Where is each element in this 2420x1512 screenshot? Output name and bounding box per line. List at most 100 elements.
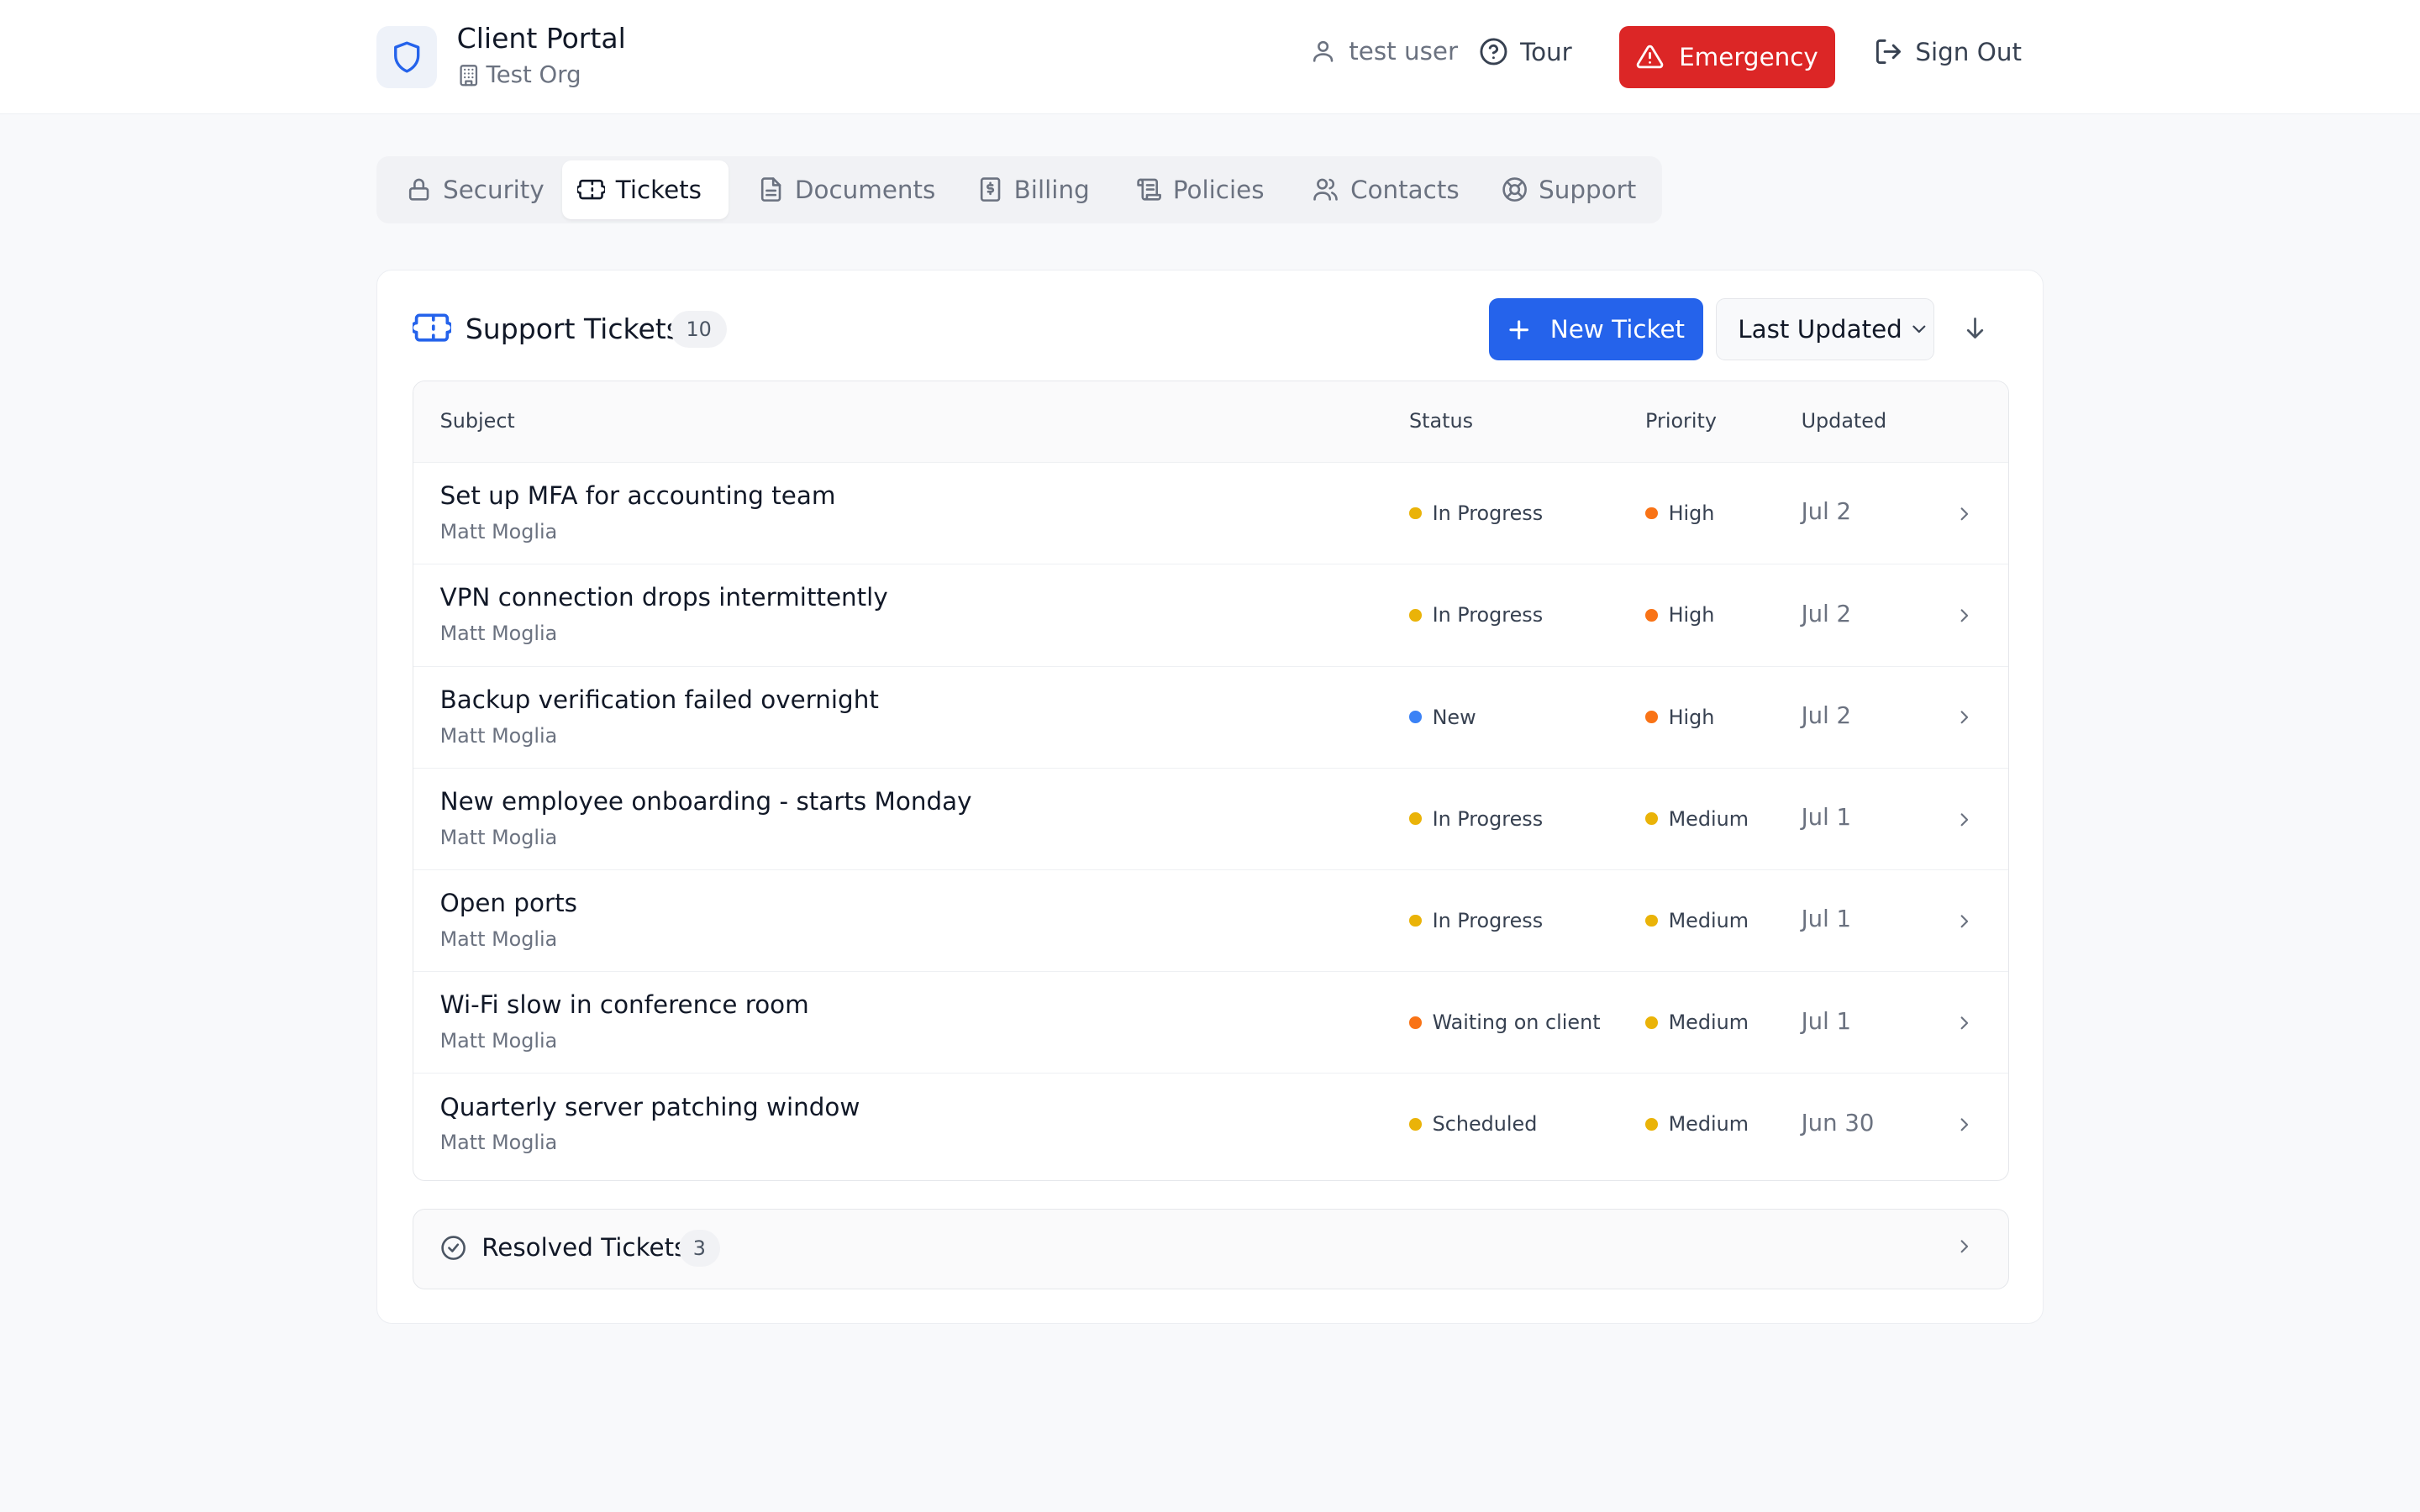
document-icon: [758, 176, 784, 202]
status-badge: In Progress: [1409, 807, 1543, 831]
user-name: test user: [1349, 37, 1459, 66]
priority-dot: [1645, 1118, 1658, 1131]
chevron-right-icon: [1954, 503, 1975, 525]
status-badge: Scheduled: [1409, 1112, 1537, 1136]
check-circle-icon: [440, 1235, 466, 1261]
priority-label: High: [1668, 705, 1715, 729]
status-badge: New: [1409, 706, 1476, 729]
resolved-tickets-label: Resolved Tickets: [481, 1232, 687, 1262]
chevron-right-icon: [1954, 911, 1975, 932]
table-row[interactable]: Set up MFA for accounting team Matt Mogl…: [413, 463, 2008, 565]
priority-label: High: [1668, 501, 1715, 526]
status-badge: In Progress: [1409, 501, 1543, 525]
status-dot: [1409, 1118, 1422, 1131]
sort-direction-icon[interactable]: [1961, 314, 1989, 342]
app-title: Client Portal: [456, 21, 626, 55]
status-badge: In Progress: [1409, 603, 1543, 627]
tickets-count-badge: 10: [671, 311, 728, 349]
ticket-author: Matt Moglia: [439, 1131, 558, 1155]
column-subject: Subject: [439, 408, 515, 433]
tab-label: Support: [1539, 175, 1637, 204]
tab-label: Documents: [794, 175, 936, 204]
tab-documents[interactable]: Documents: [742, 160, 950, 219]
table-row[interactable]: New employee onboarding - starts Monday …: [413, 769, 2008, 871]
priority-badge: Medium: [1645, 909, 1749, 932]
column-status: Status: [1409, 408, 1474, 433]
status-dot: [1409, 608, 1422, 622]
ticket-author: Matt Moglia: [439, 723, 558, 748]
ticket-subject: Quarterly server patching window: [439, 1092, 860, 1121]
plus-icon: [1507, 318, 1531, 342]
ticket-author: Matt Moglia: [439, 1029, 558, 1053]
emergency-button[interactable]: Emergency: [1618, 26, 1835, 88]
status-dot: [1409, 812, 1422, 826]
receipt-icon: [977, 176, 1003, 202]
status-label: In Progress: [1432, 908, 1544, 932]
priority-badge: High: [1645, 603, 1714, 627]
status-label: New: [1432, 705, 1476, 729]
table-row[interactable]: Quarterly server patching window Matt Mo…: [413, 1074, 2007, 1175]
tab-label: Security: [443, 175, 544, 204]
priority-label: Medium: [1668, 908, 1749, 932]
app-logo: [376, 26, 437, 88]
tab-contacts[interactable]: Contacts: [1297, 160, 1475, 219]
sort-select[interactable]: Last Updated: [1715, 298, 1935, 360]
tab-policies[interactable]: Policies: [1120, 160, 1279, 219]
tab-tickets[interactable]: Tickets: [561, 160, 729, 219]
table-row[interactable]: Open ports Matt Moglia In Progress Mediu…: [413, 870, 2008, 973]
lock-icon: [406, 176, 432, 202]
tab-label: Contacts: [1350, 175, 1460, 204]
new-ticket-button[interactable]: New Ticket: [1488, 298, 1703, 360]
tab-label: Policies: [1172, 175, 1265, 204]
ticket-subject: VPN connection drops intermittently: [439, 583, 888, 612]
priority-badge: High: [1645, 706, 1714, 729]
ticket-author: Matt Moglia: [439, 520, 558, 544]
resolved-count-badge: 3: [679, 1230, 720, 1268]
ticket-updated: Jul 1: [1801, 906, 1852, 933]
tour-button[interactable]: Tour: [1479, 37, 1572, 66]
table-row[interactable]: VPN connection drops intermittently Matt…: [413, 564, 2008, 667]
chevron-right-icon: [1954, 1236, 1975, 1257]
priority-label: Medium: [1668, 1011, 1749, 1035]
priority-label: Medium: [1668, 806, 1749, 831]
users-icon: [1312, 176, 1339, 202]
ticket-subject: Set up MFA for accounting team: [439, 481, 836, 511]
resolved-tickets-toggle[interactable]: Resolved Tickets 3: [413, 1209, 2009, 1289]
tab-billing[interactable]: Billing: [961, 160, 1105, 219]
shield-icon: [376, 26, 437, 87]
chevron-right-icon: [1954, 706, 1975, 728]
ticket-author: Matt Moglia: [439, 927, 558, 951]
tab-support[interactable]: Support: [1486, 160, 1652, 219]
priority-dot: [1645, 507, 1658, 520]
ticket-icon: [576, 176, 605, 202]
alert-triangle-icon: [1636, 43, 1664, 71]
chevron-down-icon: [1908, 318, 1930, 340]
priority-badge: Medium: [1645, 1011, 1749, 1034]
tour-label: Tour: [1520, 37, 1572, 66]
ticket-updated: Jul 1: [1801, 804, 1852, 832]
status-dot: [1409, 1016, 1422, 1029]
tab-security[interactable]: Security: [391, 160, 560, 219]
user-menu[interactable]: test user: [1310, 37, 1458, 66]
sign-out-button[interactable]: Sign Out: [1874, 37, 2022, 66]
section-tabs: Security Tickets Documents Billing Polic…: [376, 155, 1663, 224]
org-name: Test Org: [457, 61, 581, 88]
top-header: Client Portal Test Org test user Tour Em…: [0, 0, 2420, 114]
ticket-icon: [413, 309, 452, 346]
tickets-card: Support Tickets 10 New Ticket Last Updat…: [376, 270, 2044, 1324]
priority-label: Medium: [1668, 1112, 1749, 1137]
table-row[interactable]: Wi-Fi slow in conference room Matt Mogli…: [413, 972, 2008, 1074]
priority-badge: Medium: [1645, 1112, 1749, 1136]
ticket-author: Matt Moglia: [439, 622, 558, 646]
priority-badge: Medium: [1645, 807, 1749, 831]
status-dot: [1409, 507, 1422, 520]
new-ticket-label: New Ticket: [1549, 315, 1686, 344]
scroll-icon: [1136, 176, 1162, 202]
priority-dot: [1645, 914, 1658, 927]
tickets-table: Subject Status Priority Updated Set up M…: [413, 380, 2009, 1182]
ticket-subject: New employee onboarding - starts Monday: [439, 786, 972, 816]
table-header: Subject Status Priority Updated: [413, 381, 2008, 464]
emergency-label: Emergency: [1679, 42, 1818, 71]
table-row[interactable]: Backup verification failed overnight Mat…: [413, 667, 2008, 769]
priority-label: High: [1668, 603, 1715, 627]
